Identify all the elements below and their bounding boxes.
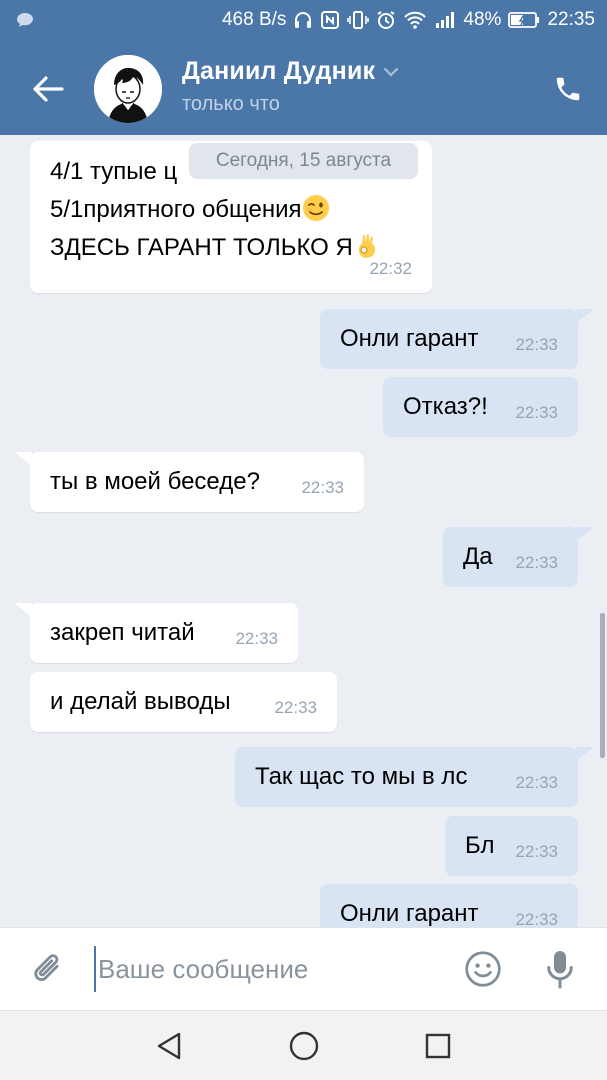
message-time: 22:33 — [515, 910, 558, 927]
nav-recents-button[interactable] — [418, 1026, 458, 1066]
message-time: 22:33 — [515, 773, 558, 792]
message-time: 22:33 — [274, 698, 317, 717]
paperclip-icon — [34, 954, 59, 981]
system-nav-bar — [0, 1010, 607, 1080]
triangle-back-icon — [157, 1032, 181, 1060]
square-recents-icon — [425, 1033, 451, 1059]
message-icon — [16, 12, 34, 28]
message-line: ЗДЕСЬ ГАРАНТ ТОЛЬКО Я — [50, 234, 353, 261]
message-text: Да — [463, 543, 493, 570]
message-time: 22:33 — [515, 842, 558, 861]
contact-status: только что — [182, 93, 280, 115]
message-time: 22:33 — [515, 335, 558, 354]
message-outgoing[interactable]: Да 22:33 — [443, 527, 594, 587]
microphone-icon — [547, 951, 573, 989]
chevron-down-icon — [384, 67, 399, 77]
message-text: Так щас то мы в лс — [255, 763, 468, 790]
message-list[interactable]: 4/1 тупые ц 5/1приятного общения ЗДЕСЬ Г… — [0, 135, 607, 927]
alarm-icon — [376, 10, 396, 30]
message-outgoing[interactable]: Так щас то мы в лс 22:33 — [235, 747, 594, 807]
vibrate-icon — [347, 10, 370, 30]
wifi-icon — [403, 10, 427, 30]
smiley-icon — [465, 951, 501, 987]
attach-button[interactable] — [28, 948, 70, 990]
message-time: 22:33 — [515, 553, 558, 572]
back-button[interactable] — [26, 67, 70, 111]
headphones-icon — [293, 10, 313, 30]
message-incoming[interactable]: и делай выводы 22:33 — [30, 672, 337, 732]
nav-home-button[interactable] — [284, 1026, 324, 1066]
contact-name-button[interactable]: Даниил Дудник — [182, 57, 399, 86]
message-line: 5/1приятного общения — [50, 196, 302, 223]
emoji-button[interactable] — [462, 948, 504, 990]
ok-hand-emoji — [353, 234, 381, 261]
nav-back-button[interactable] — [149, 1026, 189, 1066]
message-outgoing[interactable]: Отказ?! 22:33 — [383, 377, 578, 437]
message-incoming[interactable]: закреп читай 22:33 — [14, 603, 298, 663]
chat-header: Даниил Дудник только что — [0, 40, 607, 135]
signal-icon — [434, 10, 456, 30]
message-text: Онли гарант — [340, 325, 479, 352]
circle-home-icon — [289, 1031, 319, 1061]
scrollbar-thumb[interactable] — [600, 613, 605, 758]
message-time: 22:32 — [369, 259, 412, 278]
message-text: и делай выводы — [50, 688, 231, 715]
message-outgoing[interactable]: Бл 22:33 — [445, 816, 578, 876]
avatar[interactable] — [94, 55, 162, 123]
message-time: 22:33 — [515, 403, 558, 422]
message-text: ты в моей беседе? — [50, 468, 260, 495]
battery-percent: 48% — [463, 9, 502, 30]
message-text: Отказ?! — [403, 393, 488, 420]
clock: 22:35 — [547, 9, 595, 30]
message-text: Онли гарант — [340, 900, 479, 927]
message-input[interactable] — [94, 946, 444, 992]
message-outgoing[interactable]: Онли гарант 22:33 — [320, 309, 594, 369]
phone-icon — [556, 77, 580, 101]
message-text: Бл — [465, 832, 495, 859]
wink-emoji — [302, 195, 330, 223]
date-separator: Сегодня, 15 августа — [189, 143, 418, 179]
microphone-button[interactable] — [539, 946, 581, 992]
message-composer — [0, 927, 607, 1010]
message-text: закреп читай — [50, 619, 195, 646]
network-speed: 468 B/s — [221, 9, 287, 30]
chat-screen: 468 B/s 48% 22:35 Даниил Дудник только ч… — [0, 0, 607, 1080]
message-time: 22:33 — [301, 478, 344, 497]
contact-name: Даниил Дудник — [182, 57, 376, 85]
status-bar: 468 B/s 48% 22:35 — [0, 0, 607, 40]
message-time: 22:33 — [235, 629, 278, 648]
arrow-left-icon — [33, 76, 64, 102]
battery-icon — [508, 11, 540, 29]
message-incoming[interactable]: ты в моей беседе? 22:33 — [14, 452, 364, 512]
nfc-icon — [320, 10, 340, 30]
call-button[interactable] — [546, 67, 590, 111]
message-outgoing[interactable]: Онли гарант 22:33 — [320, 884, 578, 927]
